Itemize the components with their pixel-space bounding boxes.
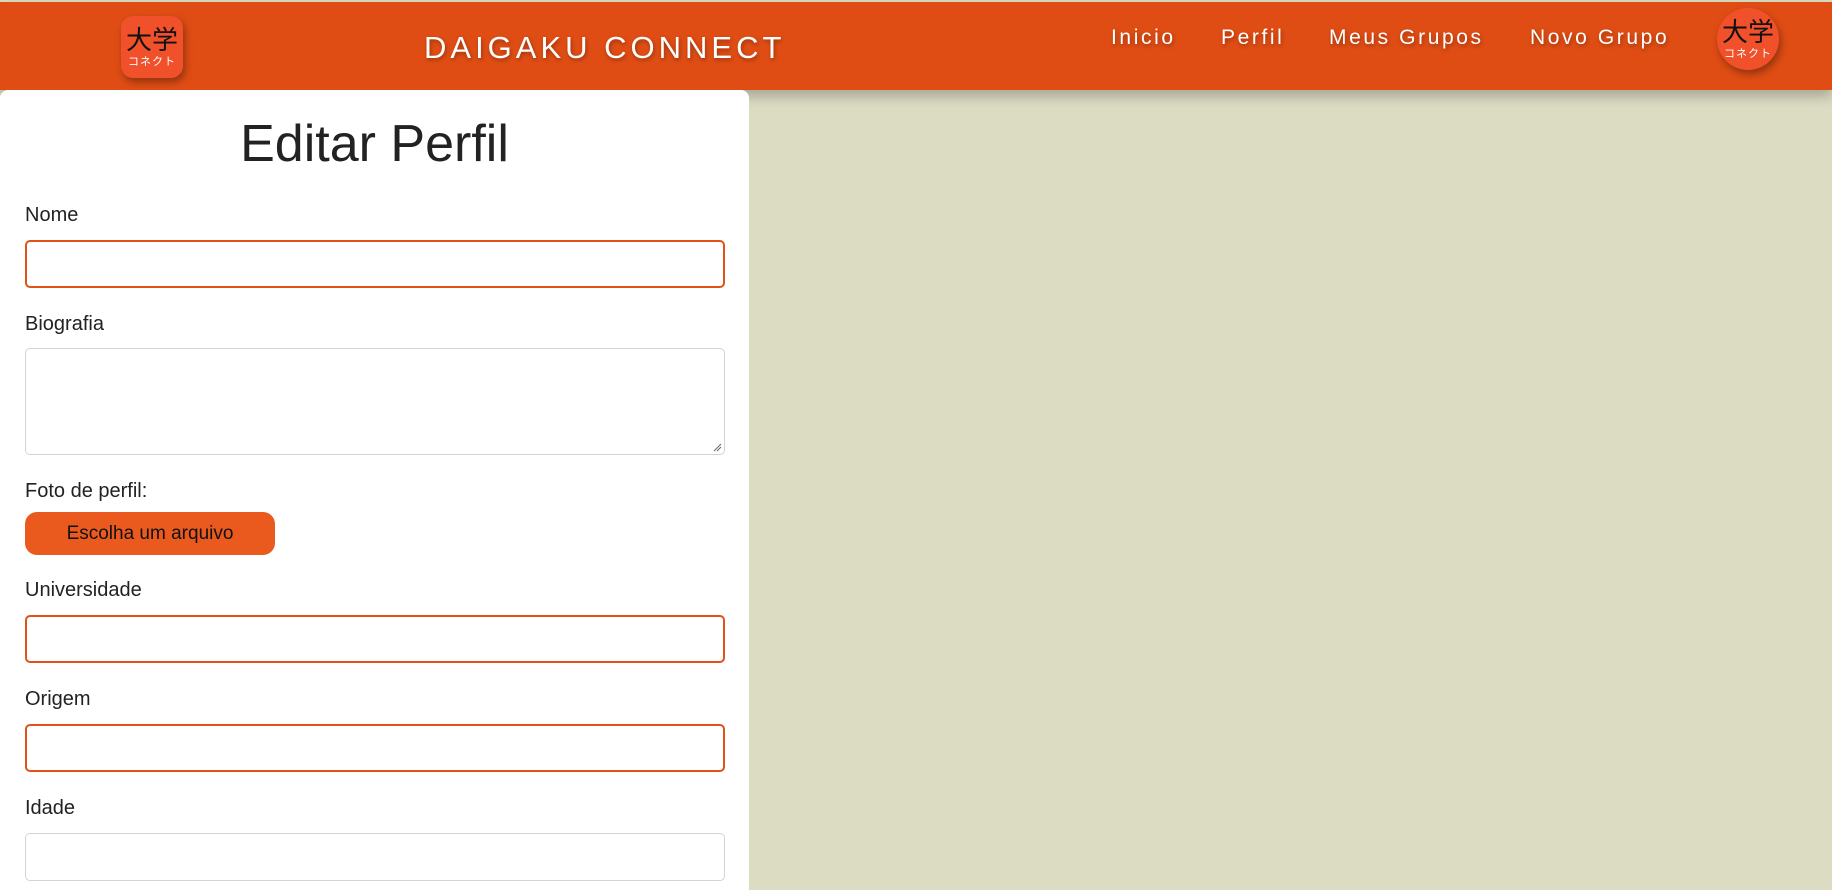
user-avatar-logo-icon[interactable]: 大学 コネクト (1717, 8, 1779, 70)
idade-input[interactable] (25, 833, 725, 881)
nome-input[interactable] (25, 240, 725, 288)
universidade-label: Universidade (25, 579, 142, 601)
universidade-input[interactable] (25, 615, 725, 663)
logo-kanji: 大学 (125, 25, 178, 56)
nav-novo-grupo[interactable]: Novo Grupo (1530, 26, 1669, 50)
choose-file-button[interactable]: Escolha um arquivo (25, 512, 275, 555)
resize-handle-icon[interactable] (712, 442, 722, 452)
idade-label: Idade (25, 797, 76, 819)
page-title: Editar Perfil (240, 115, 509, 173)
edit-profile-panel: Editar Perfil Nome Biografia Foto de per… (0, 90, 749, 890)
foto-label: Foto de perfil: (25, 480, 148, 502)
avatar-kana: コネクト (1724, 46, 1772, 60)
biografia-textarea[interactable] (25, 348, 725, 455)
nav-perfil[interactable]: Perfil (1221, 26, 1284, 50)
nav-inicio[interactable]: Inicio (1111, 26, 1176, 50)
nav-meus-grupos[interactable]: Meus Grupos (1329, 26, 1484, 50)
biografia-label: Biografia (25, 313, 104, 335)
origem-label: Origem (25, 688, 91, 710)
brand-title: DAIGAKU CONNECT (424, 30, 786, 65)
top-navbar: 大学 コネクト DAIGAKU CONNECT Inicio Perfil Me… (0, 2, 1832, 90)
logo-kana: コネクト (128, 54, 176, 68)
origem-input[interactable] (25, 724, 725, 772)
avatar-kanji: 大学 (1721, 17, 1774, 48)
nome-label: Nome (25, 204, 79, 226)
daigaku-logo-icon[interactable]: 大学 コネクト (121, 16, 183, 78)
